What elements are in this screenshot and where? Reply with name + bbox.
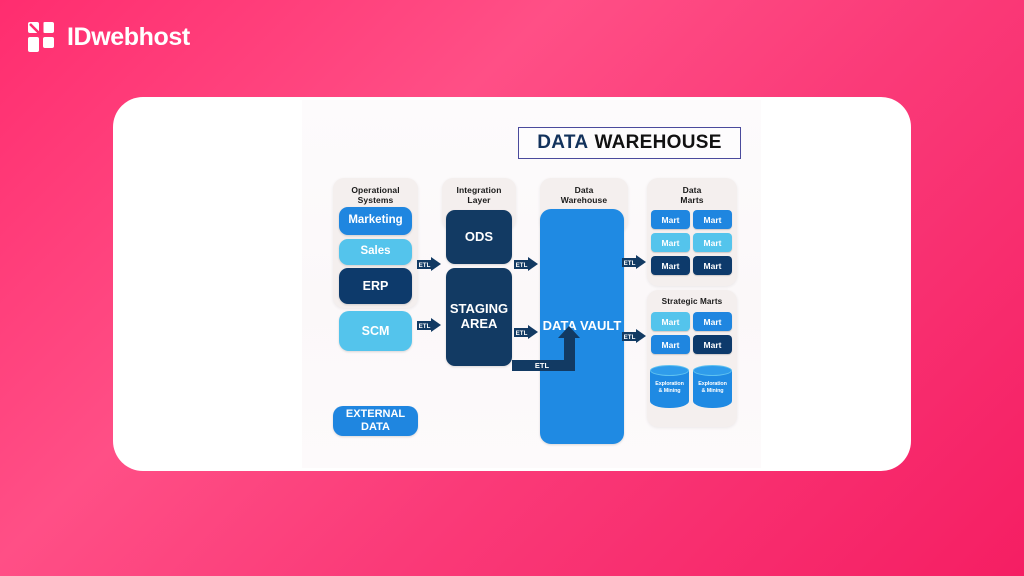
arrow-head-icon: [636, 255, 646, 269]
brand-name: IDwebhost: [67, 22, 190, 51]
content-card: DATA WAREHOUSE Operational Systems Marke…: [113, 97, 911, 471]
box-staging-area-line2: AREA: [460, 316, 498, 331]
strategic-mart-tile[interactable]: Mart: [693, 335, 732, 354]
data-warehouse-diagram: DATA WAREHOUSE Operational Systems Marke…: [302, 100, 761, 468]
idwebhost-blocks-icon: [28, 22, 54, 52]
box-staging-area[interactable]: STAGING AREA: [446, 268, 512, 366]
arrow-head-icon: [528, 257, 538, 271]
arrow-head-icon: [431, 318, 441, 332]
box-external-data[interactable]: EXTERNAL DATA: [333, 406, 418, 436]
box-scm[interactable]: SCM: [339, 311, 412, 351]
arrow-head-icon: [431, 257, 441, 271]
etl-arrow-ops-to-staging: ETL: [417, 318, 441, 333]
column-heading-data-warehouse: Data Warehouse: [560, 185, 608, 206]
etl-arrow-label: ETL: [623, 333, 636, 341]
arrow-vertical-bar: [564, 336, 575, 371]
box-staging-area-line1: STAGING: [449, 301, 509, 317]
cylinder-label: Exploration & Mining: [655, 381, 684, 395]
column-operational-systems: Operational Systems Marketing Sales ERP: [333, 178, 418, 308]
mart-tile[interactable]: Mart: [693, 233, 732, 252]
mart-tile[interactable]: Mart: [693, 210, 732, 229]
etl-arrow-ods-to-vault: ETL: [514, 257, 538, 272]
arrow-head-up-icon: [558, 326, 580, 338]
box-ods[interactable]: ODS: [446, 210, 512, 264]
mart-tile[interactable]: Mart: [651, 233, 690, 252]
etl-arrow-label: ETL: [418, 261, 431, 269]
etl-arrow-label: ETL: [534, 361, 550, 370]
column-heading-integration-layer: Integration Layer: [456, 185, 502, 206]
etl-arrow-label: ETL: [515, 261, 528, 269]
column-heading-operational-systems: Operational Systems: [351, 185, 400, 206]
diagram-title-warehouse: WAREHOUSE: [594, 132, 722, 153]
cylinder-exploration-mining[interactable]: Exploration & Mining: [650, 365, 689, 410]
diagram-title-banner: DATA WAREHOUSE: [518, 127, 741, 159]
etl-arrow-ops-to-ods: ETL: [417, 257, 441, 272]
arrow-head-icon: [636, 329, 646, 343]
etl-arrow-vault-to-marts: ETL: [622, 255, 646, 270]
cylinder-top: [693, 365, 732, 376]
strategic-mart-tile[interactable]: Mart: [651, 312, 690, 331]
column-heading-data-marts: Data Marts: [680, 185, 704, 206]
etl-arrow-staging-to-vault: ETL: [514, 325, 538, 340]
mart-tile[interactable]: Mart: [651, 256, 690, 275]
strategic-mart-tile[interactable]: Mart: [693, 312, 732, 331]
etl-arrow-vault-to-strategic: ETL: [622, 329, 646, 344]
mart-tile[interactable]: Mart: [693, 256, 732, 275]
etl-arrow-label: ETL: [623, 259, 636, 267]
screenshot-canvas: IDwebhost DATA WAREHOUSE Operational Sys…: [0, 0, 1024, 576]
mart-tile[interactable]: Mart: [651, 210, 690, 229]
etl-arrow-label: ETL: [515, 329, 528, 337]
cylinder-label: Exploration & Mining: [698, 381, 727, 395]
column-heading-strategic-marts: Strategic Marts: [661, 297, 723, 306]
diagram-title-data: DATA: [537, 132, 589, 153]
cylinder-top: [650, 365, 689, 376]
box-marketing[interactable]: Marketing: [339, 207, 412, 235]
box-sales[interactable]: Sales: [339, 239, 412, 265]
etl-arrow-label: ETL: [418, 322, 431, 330]
brand-logo: IDwebhost: [28, 22, 190, 52]
arrow-head-icon: [528, 325, 538, 339]
box-erp[interactable]: ERP: [339, 268, 412, 304]
strategic-mart-tile[interactable]: Mart: [651, 335, 690, 354]
cylinder-exploration-mining[interactable]: Exploration & Mining: [693, 365, 732, 410]
